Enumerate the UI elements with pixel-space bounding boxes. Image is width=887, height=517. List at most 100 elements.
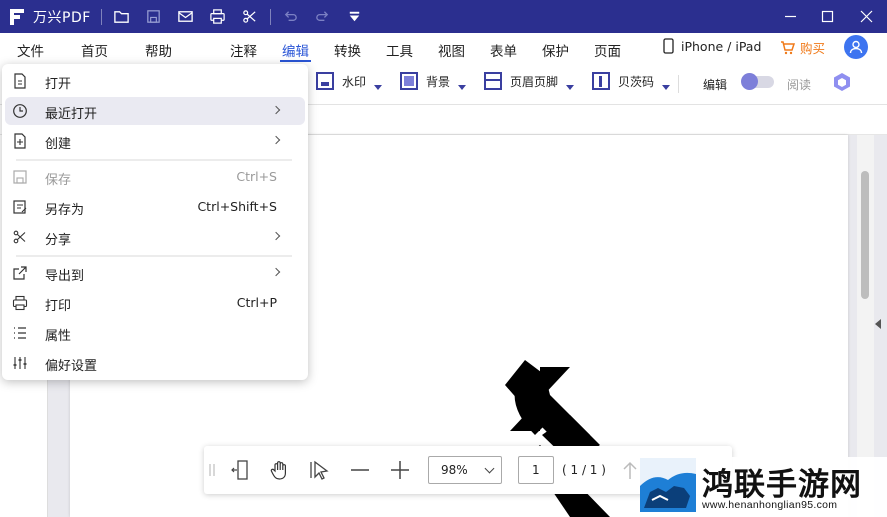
menu-item-label: 偏好设置	[45, 359, 98, 374]
menu-home[interactable]: 首页	[81, 40, 108, 60]
menu-item-share[interactable]: 分享	[5, 223, 305, 251]
undo-icon[interactable]	[275, 0, 307, 33]
menu-view[interactable]: 视图	[438, 40, 465, 60]
menu-file[interactable]: 文件	[17, 40, 44, 60]
zoom-select[interactable]: 98%	[428, 456, 502, 484]
chevron-down-icon[interactable]	[566, 84, 575, 90]
bates-number-icon	[592, 72, 610, 90]
avatar[interactable]	[844, 35, 868, 59]
menu-help[interactable]: 帮助	[145, 40, 172, 60]
menu-page[interactable]: 页面	[594, 40, 621, 60]
menu-item-shortcut: Ctrl+P	[236, 295, 277, 310]
menu-item-label: 另存为	[45, 203, 85, 218]
title-separator	[269, 8, 271, 25]
folder-icon[interactable]	[106, 0, 138, 33]
menu-divider	[16, 255, 292, 257]
page-total: ( 1 / 1 )	[562, 463, 606, 477]
previous-page-icon[interactable]	[618, 458, 642, 482]
menu-item-save-as[interactable]: 另存为 Ctrl+Shift+S	[5, 193, 305, 221]
close-icon[interactable]	[847, 0, 885, 33]
mail-icon[interactable]	[170, 0, 202, 33]
menu-item-shortcut: Ctrl+S	[236, 169, 277, 184]
quick-access-dropdown-icon[interactable]	[339, 0, 371, 33]
watermark-label: 水印	[342, 74, 367, 89]
menu-item-preferences[interactable]: 偏好设置	[5, 349, 305, 377]
minimize-icon[interactable]	[771, 0, 809, 33]
menu-item-label: 属性	[45, 329, 72, 344]
background-icon	[400, 72, 418, 90]
menu-bar: 文件 首页 帮助 注释 编辑 转换 工具 视图 表单 保护 页面 iPhone …	[0, 33, 887, 63]
menu-convert[interactable]: 转换	[334, 40, 361, 60]
site-title: 鸿联手游网	[702, 467, 862, 503]
print-icon[interactable]	[202, 0, 234, 33]
background-label: 背景	[426, 74, 451, 89]
toggle-knob	[741, 73, 758, 90]
menu-item-label: 打印	[45, 299, 72, 314]
chevron-down-icon[interactable]	[374, 84, 383, 90]
menu-item-export[interactable]: 导出到	[5, 259, 305, 287]
device-link[interactable]: iPhone / iPad	[662, 38, 761, 54]
hand-tool-icon[interactable]	[268, 458, 292, 482]
menu-comment[interactable]: 注释	[230, 40, 257, 60]
zoom-in-icon[interactable]	[388, 458, 412, 482]
phone-icon	[663, 38, 674, 54]
maximize-icon[interactable]	[808, 0, 846, 33]
chevron-right-icon	[271, 231, 281, 241]
chevron-down-icon[interactable]	[662, 84, 671, 90]
device-label: iPhone / iPad	[681, 38, 762, 54]
header-footer-tool[interactable]: 页眉页脚	[484, 72, 575, 90]
page-number-input[interactable]: 1	[518, 456, 554, 484]
bates-label: 贝茨码	[618, 74, 655, 89]
menu-edit[interactable]: 编辑	[280, 40, 311, 62]
watermark-icon	[316, 72, 334, 90]
menu-protect[interactable]: 保护	[542, 40, 569, 60]
file-menu-dropdown: 打开 最近打开 创建 保存 Ctrl+S 另存为 Ctrl+Shift+S 分享…	[2, 64, 308, 380]
fit-width-icon[interactable]	[230, 458, 254, 482]
recent-clock-icon	[12, 103, 28, 119]
header-footer-label: 页眉页脚	[510, 74, 559, 89]
drag-handle-icon[interactable]	[208, 458, 216, 482]
site-logo-badge-icon	[640, 458, 696, 512]
menu-item-print[interactable]: 打印 Ctrl+P	[5, 289, 305, 317]
collapse-right-panel-icon[interactable]	[875, 319, 881, 329]
export-icon	[12, 265, 28, 281]
chevron-down-icon[interactable]	[458, 84, 467, 90]
menu-item-label: 创建	[45, 137, 72, 152]
site-url: www.henanhonglian95.com	[702, 499, 838, 511]
site-watermark-logo: 鸿联手游网 www.henanhonglian95.com	[640, 457, 887, 517]
menu-item-recent[interactable]: 最近打开	[5, 97, 305, 125]
edit-mode-label: 编辑	[703, 78, 728, 92]
watermark-tool[interactable]: 水印	[316, 72, 383, 90]
menu-item-properties[interactable]: 属性	[5, 319, 305, 347]
app-title: 万兴PDF	[33, 9, 91, 26]
menu-item-label: 导出到	[45, 269, 85, 284]
chevron-right-icon	[271, 267, 281, 277]
menu-tools[interactable]: 工具	[386, 40, 413, 60]
menu-form[interactable]: 表单	[490, 40, 517, 60]
menu-item-label: 分享	[45, 233, 72, 248]
buy-label: 购买	[800, 41, 826, 56]
background-tool[interactable]: 背景	[400, 72, 467, 90]
buy-button[interactable]: 购买	[780, 38, 825, 57]
menu-item-open[interactable]: 打开	[5, 67, 305, 95]
create-file-icon	[12, 133, 28, 149]
properties-icon	[12, 325, 28, 341]
redo-icon[interactable]	[307, 0, 339, 33]
select-tool-icon[interactable]	[308, 458, 332, 482]
scrollbar-thumb[interactable]	[861, 171, 869, 299]
title-separator	[100, 8, 102, 25]
bates-tool[interactable]: 贝茨码	[592, 72, 671, 90]
share-icon[interactable]	[234, 0, 266, 33]
menu-item-create[interactable]: 创建	[5, 127, 305, 155]
save-icon[interactable]	[138, 0, 170, 33]
app-logo-icon	[10, 8, 26, 25]
zoom-out-icon[interactable]	[348, 458, 372, 482]
save-icon	[12, 169, 28, 185]
read-mode-label: 阅读	[787, 78, 812, 92]
edit-read-toggle[interactable]	[741, 73, 774, 90]
zoom-value: 98%	[441, 463, 468, 477]
ai-assistant-icon[interactable]	[832, 72, 852, 92]
menu-item-save[interactable]: 保存 Ctrl+S	[5, 163, 305, 191]
share-icon	[12, 229, 28, 245]
divider	[678, 75, 679, 93]
